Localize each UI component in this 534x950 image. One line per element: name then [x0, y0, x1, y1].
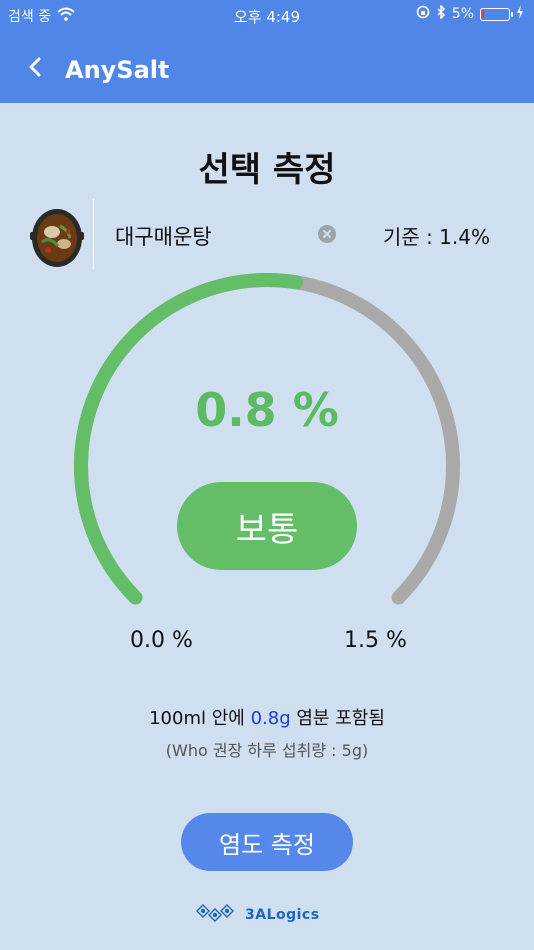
battery-text: 5%	[451, 6, 474, 22]
company-name: 3ALogics	[245, 907, 320, 923]
app-header: 검색 중 오후 4:49 5% AnySalt	[0, 0, 534, 103]
gauge-max-label: 1.5 %	[344, 628, 407, 653]
food-divider	[93, 199, 94, 269]
level-badge: 보통	[177, 482, 357, 570]
charging-icon	[516, 5, 524, 23]
bluetooth-icon	[436, 4, 446, 23]
salt-info-prefix: 100ml 안에	[149, 708, 251, 729]
company-logo: 3ALogics	[195, 900, 320, 930]
standard-salinity: 기준 : 1.4%	[382, 225, 490, 249]
salinity-gauge	[74, 272, 460, 605]
battery-level	[482, 9, 484, 18]
status-right: 5%	[416, 4, 524, 23]
selected-food-row: 대구매운탕 기준 : 1.4%	[25, 197, 505, 271]
clear-food-button[interactable]	[318, 225, 336, 243]
salt-content-info: 100ml 안에 0.8g 염분 포함됨	[0, 704, 534, 730]
chevron-left-icon	[28, 56, 42, 82]
salt-amount: 0.8g	[250, 708, 291, 729]
who-recommendation: (Who 권장 하루 섭취량 : 5g)	[165, 741, 369, 760]
app-title: AnySalt	[65, 56, 170, 84]
gauge-min-label: 0.0 %	[130, 628, 193, 653]
nav-bar: AnySalt	[0, 40, 534, 100]
rotation-lock-icon	[416, 5, 430, 23]
measure-salinity-button[interactable]: 염도 측정	[181, 813, 353, 871]
food-image	[30, 202, 84, 268]
back-button[interactable]	[20, 54, 50, 84]
salt-info-suffix: 염분 포함됨	[290, 708, 385, 729]
salinity-value: 0.8 %	[195, 383, 339, 437]
page-title: 선택 측정	[198, 150, 336, 190]
status-bar: 검색 중 오후 4:49 5%	[0, 0, 534, 30]
company-logo-icon	[195, 901, 241, 929]
battery-icon	[480, 7, 513, 21]
food-name[interactable]: 대구매운탕	[115, 221, 212, 251]
